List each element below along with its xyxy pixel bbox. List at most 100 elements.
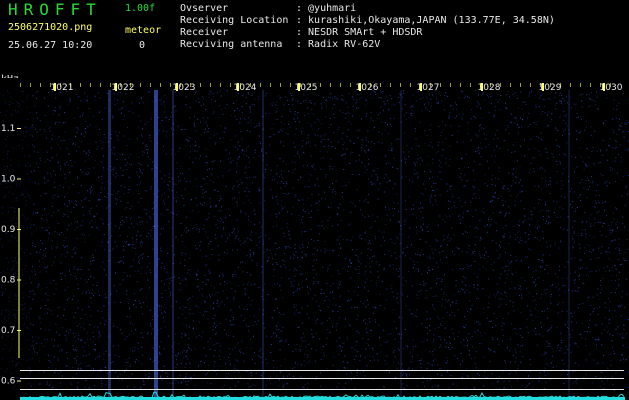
x-minor-tick xyxy=(380,83,381,87)
x-minor-tick xyxy=(190,83,191,87)
y-tick-label: 1.0 xyxy=(1,175,16,185)
x-minor-tick xyxy=(470,83,471,87)
y-tick-label: 0.7 xyxy=(1,326,15,336)
reference-line xyxy=(20,389,624,390)
x-tick-label: 1027 xyxy=(417,83,440,93)
x-minor-tick xyxy=(120,83,121,87)
x-minor-tick xyxy=(520,83,521,87)
x-minor-tick xyxy=(210,83,211,87)
info-value-receiver: : NESDR SMArt + HDSDR xyxy=(296,27,423,38)
x-minor-tick xyxy=(360,83,361,87)
y-tick-label: 0.9 xyxy=(1,225,16,235)
x-tick-mark xyxy=(542,83,544,91)
x-minor-tick xyxy=(460,83,461,87)
meteor-count: 0 xyxy=(139,40,146,51)
x-minor-tick xyxy=(540,83,541,87)
x-minor-tick xyxy=(430,83,431,87)
x-minor-tick xyxy=(310,83,311,87)
info-value-antenna: : Radix RV-62V xyxy=(296,39,381,50)
x-minor-tick xyxy=(260,83,261,87)
x-tick-label: 1022 xyxy=(112,83,135,93)
y-tick-label: 0.8 xyxy=(1,276,16,286)
x-tick-label: 1023 xyxy=(173,83,196,93)
version-label: 1.00f xyxy=(125,3,156,14)
x-minor-tick xyxy=(220,83,221,87)
x-tick-mark xyxy=(115,83,117,91)
x-minor-tick xyxy=(450,83,451,87)
info-label-location: Receiving Location xyxy=(180,15,289,26)
info-value-location: : kurashiki,Okayama,JAPAN (133.77E, 34.5… xyxy=(296,15,555,26)
x-minor-tick xyxy=(600,83,601,87)
x-minor-tick xyxy=(510,83,511,87)
x-minor-tick xyxy=(90,83,91,87)
x-tick-mark xyxy=(176,83,178,91)
x-minor-tick xyxy=(80,83,81,87)
x-minor-tick xyxy=(330,83,331,87)
x-minor-tick xyxy=(500,83,501,87)
x-minor-tick xyxy=(240,83,241,87)
filename-label: 2506271020.png xyxy=(8,22,93,33)
x-minor-tick xyxy=(140,83,141,87)
reference-line xyxy=(20,378,624,379)
x-minor-tick xyxy=(440,83,441,87)
meteor-label: meteor xyxy=(125,25,162,36)
hrofft-window: HROFFT 1.00f 2506271020.png 25.06.27 10:… xyxy=(0,0,629,400)
x-minor-tick xyxy=(270,83,271,87)
x-minor-tick xyxy=(20,83,21,87)
app-title: HROFFT xyxy=(8,0,102,19)
datetime-label: 25.06.27 10:20 xyxy=(8,40,93,51)
info-label-receiver: Receiver xyxy=(180,27,229,38)
x-minor-tick xyxy=(370,83,371,87)
info-label-antenna: Recviving antenna xyxy=(180,39,283,50)
x-minor-tick xyxy=(230,83,231,87)
x-tick-mark xyxy=(237,83,239,91)
info-value-observer: : @yuhmari xyxy=(296,3,357,14)
x-minor-tick xyxy=(300,83,301,87)
x-tick-mark xyxy=(603,83,605,91)
x-minor-tick xyxy=(550,83,551,87)
y-tick-mark xyxy=(17,178,21,180)
x-minor-tick xyxy=(530,83,531,87)
y-tick-mark xyxy=(17,380,21,382)
x-minor-tick xyxy=(480,83,481,87)
x-minor-tick xyxy=(400,83,401,87)
y-axis-marker xyxy=(18,208,20,358)
x-minor-tick xyxy=(180,83,181,87)
x-minor-tick xyxy=(340,83,341,87)
x-minor-tick xyxy=(490,83,491,87)
x-minor-tick xyxy=(390,83,391,87)
x-minor-tick xyxy=(160,83,161,87)
y-tick-mark xyxy=(17,128,21,129)
x-minor-tick xyxy=(250,83,251,87)
x-minor-tick xyxy=(70,83,71,87)
x-tick-label: 1025 xyxy=(295,83,318,93)
x-minor-tick xyxy=(570,83,571,87)
x-minor-tick xyxy=(320,83,321,87)
x-minor-tick xyxy=(110,83,111,87)
x-tick-mark xyxy=(54,83,56,91)
x-minor-tick xyxy=(150,83,151,87)
x-minor-tick xyxy=(40,83,41,87)
x-tick-mark xyxy=(481,83,483,91)
x-minor-tick xyxy=(560,83,561,87)
x-minor-tick xyxy=(100,83,101,87)
x-minor-tick xyxy=(410,83,411,87)
y-tick-label: 1.1 xyxy=(1,124,15,134)
x-minor-tick xyxy=(170,83,171,87)
x-minor-tick xyxy=(420,83,421,87)
x-minor-tick xyxy=(580,83,581,87)
x-minor-tick xyxy=(590,83,591,87)
reference-line xyxy=(20,370,624,371)
x-minor-tick xyxy=(290,83,291,87)
x-minor-tick xyxy=(130,83,131,87)
spectrogram-plot: 1021 1022 1023 1024 1025 1026 1027 1028 1029 1030… xyxy=(0,78,629,400)
x-minor-tick xyxy=(610,83,611,87)
x-tick-mark xyxy=(298,83,300,91)
x-minor-tick xyxy=(60,83,61,87)
x-minor-tick xyxy=(30,83,31,87)
info-label-observer: Ovserver xyxy=(180,3,229,14)
x-minor-tick xyxy=(50,83,51,87)
x-minor-tick xyxy=(280,83,281,87)
x-minor-tick xyxy=(350,83,351,87)
y-tick-label: 0.6 xyxy=(1,377,16,387)
